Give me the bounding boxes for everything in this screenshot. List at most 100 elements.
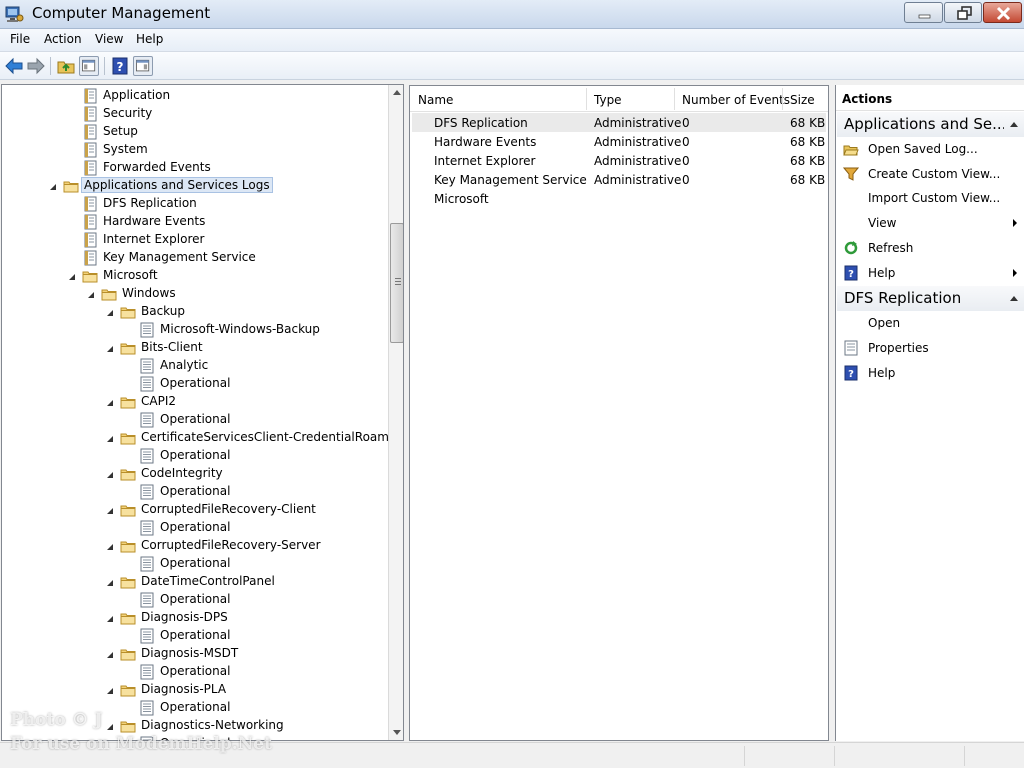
cell-size: 68 KB [790, 116, 826, 130]
restore-button[interactable] [944, 2, 982, 23]
tree-item[interactable]: Security [2, 105, 388, 123]
expanded-triangle-icon[interactable] [106, 651, 114, 659]
menu-help[interactable]: Help [136, 32, 163, 46]
menu-file[interactable]: File [10, 32, 30, 46]
tree-item[interactable]: Operational [2, 375, 388, 393]
tree-item[interactable]: Windows [2, 285, 388, 303]
menu-view[interactable]: View [95, 32, 123, 46]
action-item[interactable]: Properties [837, 336, 1024, 360]
menu-action[interactable]: Action [44, 32, 82, 46]
action-item[interactable]: View [837, 211, 1024, 235]
show-hide-tree-icon[interactable] [79, 56, 99, 76]
column-header-size[interactable]: Size [790, 93, 815, 107]
tree-item[interactable]: Diagnosis-MSDT [2, 645, 388, 663]
tree-item[interactable]: Diagnosis-DPS [2, 609, 388, 627]
tree-item[interactable]: Operational [2, 483, 388, 501]
tree-item[interactable]: Setup [2, 123, 388, 141]
tree-item[interactable]: Application [2, 87, 388, 105]
help-icon[interactable]: ? [110, 56, 130, 76]
log-page-icon [140, 358, 154, 374]
expanded-triangle-icon[interactable] [106, 399, 114, 407]
scroll-up-arrow-icon[interactable] [393, 90, 401, 95]
forward-arrow-icon[interactable] [26, 56, 46, 76]
up-folder-icon[interactable] [56, 56, 76, 76]
tree-item[interactable]: Microsoft-Windows-Backup [2, 321, 388, 339]
log-page-icon [140, 322, 154, 338]
tree-scrollbar[interactable] [388, 85, 403, 740]
tree-item[interactable]: Internet Explorer [2, 231, 388, 249]
expanded-triangle-icon[interactable] [106, 435, 114, 443]
expanded-triangle-icon[interactable] [106, 309, 114, 317]
tree-item[interactable]: Forwarded Events [2, 159, 388, 177]
expanded-triangle-icon[interactable] [106, 615, 114, 623]
tree-item[interactable]: Analytic [2, 357, 388, 375]
tree-item[interactable]: CertificateServicesClient-CredentialRoam… [2, 429, 403, 447]
tree-item[interactable]: CAPI2 [2, 393, 388, 411]
tree-item[interactable]: CorruptedFileRecovery-Client [2, 501, 388, 519]
column-header-type[interactable]: Type [594, 93, 622, 107]
cell-name: Microsoft [434, 192, 489, 206]
action-group-header[interactable]: Applications and Se... [837, 112, 1024, 137]
collapse-caret-icon[interactable] [1010, 296, 1018, 302]
folder-icon [101, 289, 117, 301]
show-hide-action-pane-icon[interactable] [133, 56, 153, 76]
list-row[interactable]: Internet Explorer Administrative 0 68 KB [412, 151, 826, 170]
expanded-triangle-icon[interactable] [106, 471, 114, 479]
expanded-triangle-icon[interactable] [106, 345, 114, 353]
action-item[interactable]: Open [837, 311, 1024, 335]
list-row[interactable]: Key Management Service Administrative 0 68 … [412, 170, 826, 189]
action-item[interactable]: ? Help [837, 361, 1024, 385]
tree-item[interactable]: Key Management Service [2, 249, 388, 267]
list-row[interactable]: Hardware Events Administrative 0 68 KB [412, 132, 826, 151]
console-tree[interactable]: Application Security Setup System Forwarded … [1, 84, 404, 741]
column-header-events[interactable]: Number of Events [682, 93, 790, 107]
cell-type: Administrative [594, 135, 682, 149]
log-icon [84, 196, 97, 212]
tree-item[interactable]: DateTimeControlPanel [2, 573, 388, 591]
tree-item[interactable]: Hardware Events [2, 213, 388, 231]
expanded-triangle-icon[interactable] [106, 687, 114, 695]
minimize-button[interactable] [904, 2, 943, 23]
list-row[interactable]: DFS Replication Administrative 0 68 KB [412, 113, 826, 132]
tree-item[interactable]: DFS Replication [2, 195, 388, 213]
action-item[interactable]: Open Saved Log... [837, 137, 1024, 161]
expanded-triangle-icon[interactable] [106, 579, 114, 587]
tree-item[interactable]: Microsoft [2, 267, 388, 285]
scroll-down-arrow-icon[interactable] [393, 730, 401, 735]
folder-icon [63, 181, 79, 193]
tree-item[interactable]: CorruptedFileRecovery-Server [2, 537, 388, 555]
expanded-triangle-icon[interactable] [106, 543, 114, 551]
tree-item[interactable]: Backup [2, 303, 388, 321]
scroll-thumb[interactable] [390, 223, 403, 343]
list-row[interactable]: Microsoft [412, 189, 826, 208]
expanded-triangle-icon[interactable] [49, 183, 57, 191]
tree-item[interactable]: Operational [2, 411, 388, 429]
column-header-name[interactable]: Name [418, 93, 453, 107]
tree-item[interactable]: CodeIntegrity [2, 465, 388, 483]
close-button[interactable] [983, 2, 1022, 23]
action-item[interactable]: Create Custom View... [837, 162, 1024, 186]
action-item[interactable]: Refresh [837, 236, 1024, 260]
expanded-triangle-icon[interactable] [87, 291, 95, 299]
tree-item[interactable]: Operational [2, 627, 388, 645]
tree-item[interactable]: System [2, 141, 388, 159]
action-item[interactable]: ? Help [837, 261, 1024, 285]
tree-item[interactable]: Operational [2, 591, 388, 609]
tree-item[interactable]: Operational [2, 555, 388, 573]
action-group-header[interactable]: DFS Replication [837, 286, 1024, 312]
action-item[interactable]: Import Custom View... [837, 186, 1024, 210]
expanded-triangle-icon[interactable] [106, 507, 114, 515]
log-list[interactable]: Name Type Number of Events Size DFS Repl… [409, 85, 829, 741]
expanded-triangle-icon[interactable] [68, 273, 76, 281]
tree-item[interactable]: Operational [2, 663, 388, 681]
tree-item[interactable]: Bits-Client [2, 339, 388, 357]
folder-icon [120, 541, 136, 553]
log-icon [84, 124, 97, 140]
tree-item[interactable]: Diagnosis-PLA [2, 681, 388, 699]
back-arrow-icon[interactable] [4, 56, 24, 76]
tree-item-label: Operational [160, 448, 231, 462]
tree-item[interactable]: Applications and Services Logs [2, 177, 388, 195]
tree-item[interactable]: Operational [2, 519, 388, 537]
collapse-caret-icon[interactable] [1010, 122, 1018, 127]
tree-item[interactable]: Operational [2, 447, 388, 465]
